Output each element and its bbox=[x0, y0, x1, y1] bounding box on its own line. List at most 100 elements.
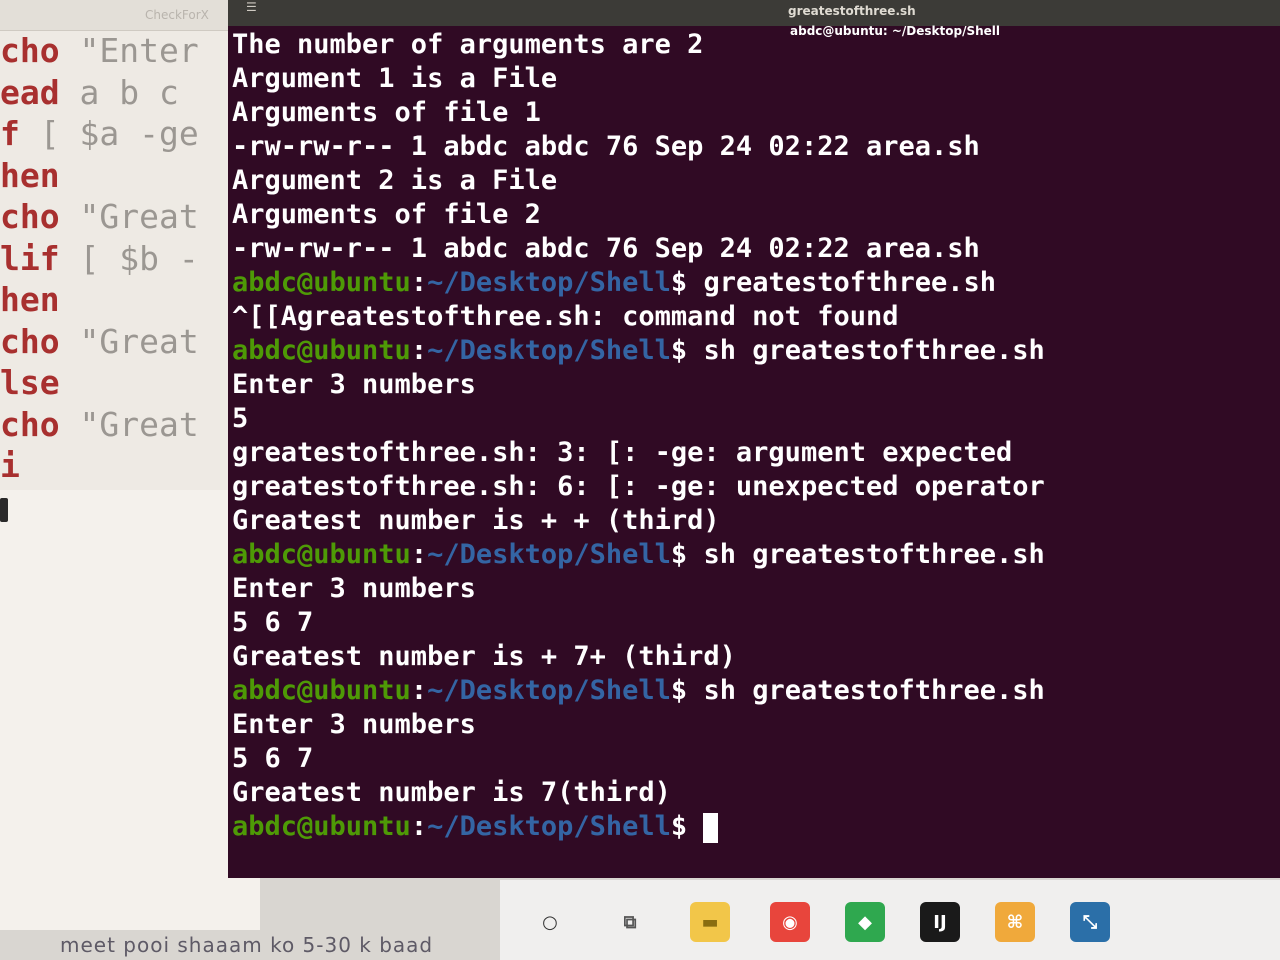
editor-keyword: f bbox=[0, 114, 20, 153]
prompt-separator: : bbox=[410, 267, 428, 298]
terminal-output-line: The number of arguments are 2 bbox=[232, 29, 704, 60]
maps-icon[interactable]: ◆ bbox=[845, 902, 885, 942]
editor-code-line: lif [ $b - bbox=[0, 238, 199, 280]
editor-keyword: hen bbox=[0, 155, 60, 195]
prompt-user: abdc@ubuntu bbox=[232, 675, 411, 706]
prompt-dollar: $ bbox=[670, 267, 688, 298]
editor-code-line: ead a b c bbox=[0, 72, 199, 114]
editor-code-line: lse bbox=[0, 362, 199, 404]
taskbar: ○ ⧉ ▬ ◉ ◆ IJ ⌘ ⤡ bbox=[500, 880, 1280, 960]
editor-code-line: cho "Enter bbox=[0, 30, 199, 72]
search-icon[interactable]: ○ bbox=[530, 902, 570, 942]
editor-code-area[interactable]: cho "Enter ead a b cf [ $a -ge hen cho "Gre… bbox=[0, 30, 199, 487]
prompt-path: ~/Desktop/Shell bbox=[427, 675, 671, 706]
editor-code-line: cho "Great bbox=[0, 196, 199, 238]
prompt-user: abdc@ubuntu bbox=[232, 539, 411, 570]
terminal-output-line: Greatest number is + 7+ (third) bbox=[232, 641, 736, 672]
prompt-path: ~/Desktop/Shell bbox=[427, 267, 671, 298]
prompt-dollar: $ bbox=[670, 675, 688, 706]
prompt-separator: : bbox=[410, 335, 428, 366]
intellij-icon[interactable]: IJ bbox=[920, 902, 960, 942]
terminal-output-line: Argument 1 is a File bbox=[232, 63, 558, 94]
terminal-output-line: Enter 3 numbers bbox=[232, 709, 476, 740]
editor-keyword: cho bbox=[0, 404, 60, 444]
terminal-titlebar: ☰ greatestofthree.sh bbox=[228, 0, 1280, 26]
editor-code-text: a b c bbox=[59, 72, 179, 112]
editor-code-text: "Enter bbox=[59, 31, 199, 70]
command-text: sh greatestofthree.sh bbox=[687, 539, 1045, 570]
terminal-output-line: 5 6 7 bbox=[232, 607, 314, 638]
terminal-menu-icon[interactable]: ☰ bbox=[246, 0, 262, 14]
editor-keyword: i bbox=[0, 446, 20, 485]
prompt-dollar: $ bbox=[670, 539, 688, 570]
command-text: greatestofthree.sh bbox=[687, 267, 997, 298]
terminal-prompt-line: abdc@ubuntu:~/Desktop/Shell$ sh greatest… bbox=[232, 334, 1045, 368]
background-caption-text: meet pooi shaaam ko 5-30 k baad bbox=[60, 933, 434, 957]
terminal-output-line: -rw-rw-r-- 1 abdc abdc 76 Sep 24 02:22 a… bbox=[232, 131, 980, 162]
terminal-output-line: Enter 3 numbers bbox=[232, 369, 476, 400]
terminal-output[interactable]: The number of arguments are 2 Argument 1 … bbox=[232, 28, 1045, 844]
prompt-dollar: $ bbox=[670, 335, 688, 366]
command-text: sh greatestofthree.sh bbox=[687, 675, 1045, 706]
editor-code-text: "Great bbox=[59, 404, 199, 444]
text-editor-window: CheckForX cho "Enter ead a b cf [ $a -ge h… bbox=[0, 0, 260, 930]
editor-code-line: cho "Great bbox=[0, 321, 199, 363]
terminal-output-line: greatestofthree.sh: 6: [: -ge: unexpecte… bbox=[232, 471, 1045, 502]
command-text bbox=[687, 811, 703, 842]
terminal-output-line: 5 6 7 bbox=[232, 743, 314, 774]
editor-empty-area bbox=[0, 490, 260, 930]
prompt-path: ~/Desktop/Shell bbox=[427, 335, 671, 366]
terminal-cursor[interactable] bbox=[703, 812, 719, 843]
editor-keyword: lse bbox=[0, 363, 60, 402]
editor-scroll-marker bbox=[0, 498, 8, 522]
flow-app-icon[interactable]: ⌘ bbox=[995, 902, 1035, 942]
terminal-prompt-line: abdc@ubuntu:~/Desktop/Shell$ greatestoft… bbox=[232, 266, 1045, 300]
editor-code-text: "Great bbox=[59, 197, 199, 236]
editor-code-text: [ $a -ge bbox=[19, 114, 199, 153]
terminal-output-line: -rw-rw-r-- 1 abdc abdc 76 Sep 24 02:22 a… bbox=[232, 233, 980, 264]
editor-code-line: f [ $a -ge bbox=[0, 113, 199, 155]
terminal-window[interactable]: ☰ greatestofthree.sh abdc@ubuntu: ~/Desk… bbox=[228, 0, 1280, 878]
command-text: sh greatestofthree.sh bbox=[687, 335, 1045, 366]
terminal-output-line: Arguments of file 2 bbox=[232, 199, 541, 230]
editor-keyword: hen bbox=[0, 280, 60, 319]
terminal-prompt-line: abdc@ubuntu:~/Desktop/Shell$ bbox=[232, 810, 1045, 844]
terminal-output-line: ^[[Agreatestofthree.sh: command not foun… bbox=[232, 301, 899, 332]
terminal-output-line: Greatest number is + + (third) bbox=[232, 505, 720, 536]
prompt-user: abdc@ubuntu bbox=[232, 267, 411, 298]
editor-keyword: ead bbox=[0, 72, 60, 112]
prompt-dollar: $ bbox=[670, 811, 688, 842]
editor-code-text: "Great bbox=[59, 321, 199, 361]
prompt-user: abdc@ubuntu bbox=[232, 335, 411, 366]
editor-code-line: hen bbox=[0, 279, 199, 321]
prompt-separator: : bbox=[410, 811, 428, 842]
editor-keyword: cho bbox=[0, 31, 60, 70]
terminal-prompt-line: abdc@ubuntu:~/Desktop/Shell$ sh greatest… bbox=[232, 538, 1045, 572]
terminal-prompt-line: abdc@ubuntu:~/Desktop/Shell$ sh greatest… bbox=[232, 674, 1045, 708]
task-view-icon[interactable]: ⧉ bbox=[610, 902, 650, 942]
terminal-output-line: Argument 2 is a File bbox=[232, 165, 558, 196]
terminal-output-line: greatestofthree.sh: 3: [: -ge: argument … bbox=[232, 437, 1013, 468]
prompt-user: abdc@ubuntu bbox=[232, 811, 411, 842]
file-explorer-icon[interactable]: ▬ bbox=[690, 902, 730, 942]
editor-keyword: cho bbox=[0, 321, 60, 361]
remote-app-icon[interactable]: ⤡ bbox=[1070, 902, 1110, 942]
prompt-path: ~/Desktop/Shell bbox=[427, 811, 671, 842]
editor-tab-title[interactable]: CheckForX bbox=[145, 8, 209, 22]
prompt-separator: : bbox=[410, 675, 428, 706]
terminal-window-title: greatestofthree.sh bbox=[788, 4, 916, 18]
editor-keyword: lif bbox=[0, 238, 60, 278]
terminal-output-line: 5 bbox=[232, 403, 249, 434]
editor-tab-bar: CheckForX bbox=[0, 0, 260, 31]
terminal-output-line: Greatest number is 7(third) bbox=[232, 777, 671, 808]
prompt-path: ~/Desktop/Shell bbox=[427, 539, 671, 570]
editor-code-text: [ $b - bbox=[59, 238, 199, 278]
terminal-output-line: Enter 3 numbers bbox=[232, 573, 476, 604]
editor-code-line: hen bbox=[0, 155, 199, 197]
chrome-icon[interactable]: ◉ bbox=[770, 902, 810, 942]
editor-code-line: i bbox=[0, 445, 199, 487]
editor-code-line: cho "Great bbox=[0, 404, 199, 446]
editor-keyword: cho bbox=[0, 197, 60, 236]
prompt-separator: : bbox=[410, 539, 428, 570]
terminal-output-line: Arguments of file 1 bbox=[232, 97, 541, 128]
